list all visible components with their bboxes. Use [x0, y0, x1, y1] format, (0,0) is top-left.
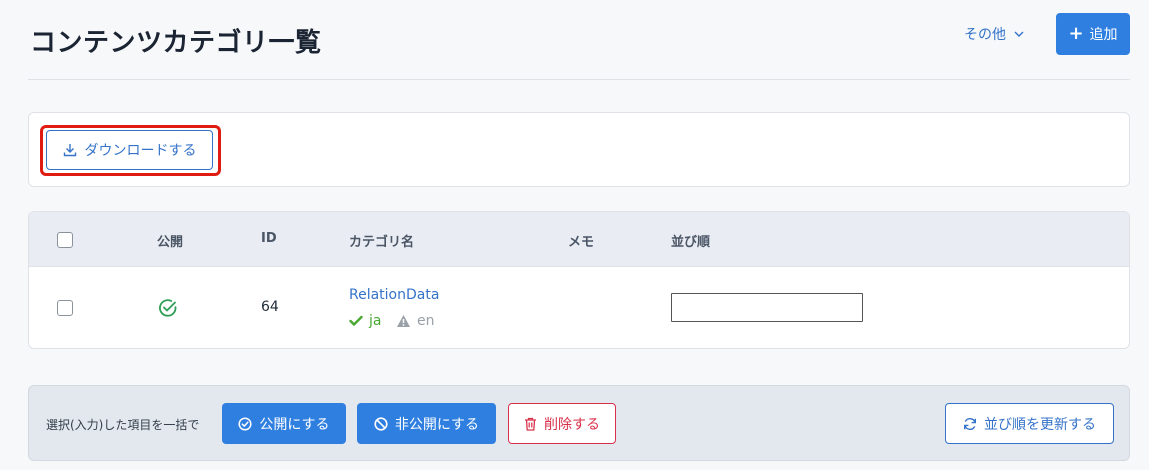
category-name-link[interactable]: RelationData [349, 287, 439, 303]
publish-button[interactable]: 公開にする [222, 403, 346, 444]
page-title: コンテンツカテゴリ一覧 [30, 28, 322, 58]
language-en: en [396, 313, 435, 329]
chevron-down-icon [1014, 31, 1024, 37]
other-menu-label: その他 [964, 27, 1006, 43]
download-button-label: ダウンロードする [84, 143, 197, 159]
sort-order-input[interactable] [671, 293, 863, 322]
column-header-id: ID [261, 231, 277, 246]
download-icon [63, 143, 77, 157]
unpublish-button-label: 非公開にする [394, 416, 480, 433]
published-check-circle-icon [158, 298, 178, 318]
add-button[interactable]: + 追加 [1056, 13, 1130, 55]
table-header: 公開 ID カテゴリ名 メモ 並び順 [29, 212, 1129, 267]
publish-button-label: 公開にする [259, 416, 330, 433]
column-header-category-name: カテゴリ名 [349, 235, 415, 250]
category-table: 公開 ID カテゴリ名 メモ 並び順 64 RelationData ja en [28, 211, 1130, 349]
delete-button-label: 削除する [544, 416, 600, 433]
trash-icon [524, 417, 537, 431]
column-header-memo: メモ [568, 235, 595, 250]
check-circle-icon [238, 416, 252, 431]
select-all-checkbox[interactable] [57, 232, 73, 248]
row-checkbox[interactable] [57, 300, 73, 316]
delete-button[interactable]: 削除する [508, 403, 616, 444]
warning-icon [396, 314, 411, 328]
add-button-label: 追加 [1089, 27, 1118, 43]
unpublish-button[interactable]: 非公開にする [357, 403, 496, 444]
bulk-action-label: 選択(入力)した項目を一括で [46, 418, 200, 432]
ban-icon [374, 416, 388, 431]
update-sort-order-button[interactable]: 並び順を更新する [945, 403, 1114, 444]
row-id: 64 [261, 299, 279, 315]
download-panel: ダウンロードする [28, 112, 1130, 187]
other-menu-dropdown[interactable]: その他 [964, 24, 1024, 44]
check-icon [349, 315, 363, 327]
language-code: en [417, 313, 435, 329]
bulk-action-bar: 選択(入力)した項目を一括で 公開にする 非公開にする 削除する 並び順を更新す… [28, 385, 1130, 461]
page-header: コンテンツカテゴリ一覧 その他 + 追加 [28, 0, 1130, 80]
language-code: ja [369, 313, 382, 329]
refresh-icon [963, 417, 977, 431]
column-header-sort-order: 並び順 [671, 235, 711, 250]
download-button[interactable]: ダウンロードする [46, 130, 213, 170]
plus-icon: + [1068, 23, 1084, 44]
column-header-published: 公開 [157, 235, 184, 250]
update-sort-order-label: 並び順を更新する [984, 416, 1096, 433]
language-ja: ja [349, 313, 381, 329]
